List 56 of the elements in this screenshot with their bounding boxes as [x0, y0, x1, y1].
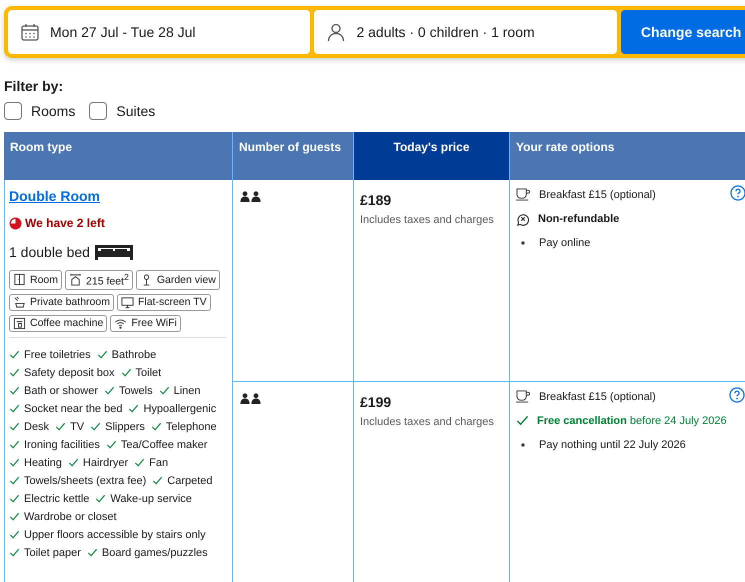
bed-text: 1 double bed — [9, 244, 90, 260]
checkbox-label: Rooms — [31, 103, 76, 119]
availability-text: We have 2 left — [25, 216, 105, 230]
facility-text: TV — [70, 420, 84, 432]
price: £189 — [360, 192, 392, 208]
feature-tag: Coffee machine — [9, 314, 108, 332]
rate-option: Breakfast £15 (optional) — [539, 390, 656, 402]
rate-option: Non-refundable — [538, 212, 620, 224]
facility-text: Towels — [118, 384, 153, 396]
facility-text: Bath or shower — [24, 384, 98, 396]
facility-text: Ironing facilities — [24, 438, 100, 450]
facility-text: Slippers — [105, 420, 145, 432]
facility-text: Carpeted — [167, 474, 213, 486]
checkbox-label: Suites — [116, 103, 156, 119]
facility-text: Hypoallergenic — [143, 402, 216, 414]
facility-text: Fan — [149, 456, 168, 468]
rate-option: Pay online — [539, 236, 590, 248]
filter-label: Filter by: — [4, 78, 64, 94]
room-name-link[interactable]: Double Room — [9, 188, 100, 204]
date-field[interactable]: Mon 27 Jul - Tue 28 Jul — [8, 10, 310, 54]
column-header: Today's price — [354, 132, 510, 180]
feature-tag: Garden view — [136, 270, 220, 290]
facility-text: Wardrobe or closet — [24, 510, 117, 522]
facility-text: Board games/puzzles — [102, 546, 208, 558]
facility-text: Telephone — [166, 420, 217, 432]
rate-option: Breakfast £15 (optional) — [539, 188, 656, 200]
facility-text: Toilet — [136, 366, 162, 378]
column-header: Room type — [4, 132, 233, 180]
facility-text: Towels/sheets (extra fee) — [24, 474, 146, 486]
facility-text: Socket near the bed — [24, 402, 122, 414]
price: £199 — [360, 394, 392, 410]
feature-tag: Room — [9, 270, 62, 290]
facility-text: Toilet paper — [24, 546, 81, 558]
change-search-button[interactable]: Change search — [620, 10, 745, 54]
facility-text: Safety deposit box — [24, 366, 115, 378]
feature-tag: Private bathroom — [9, 294, 114, 310]
rate-option: Pay nothing until 22 July 2026 — [539, 438, 686, 450]
facility-text: Linen — [174, 384, 201, 396]
facility-text: Upper floors accessible by stairs only — [24, 528, 206, 540]
guests-field[interactable]: 2 adults · 0 children · 1 room — [314, 10, 617, 54]
facility-text: Wake-up service — [110, 492, 192, 504]
facility-text: Heating — [24, 456, 62, 468]
feature-tag: 215 feet$^{2}$ — [65, 270, 133, 290]
feature-tag: Free WiFi — [110, 314, 181, 332]
price-note: Includes taxes and charges — [360, 214, 495, 226]
facility-text: Desk — [24, 420, 50, 432]
column-header: Number of guests — [233, 132, 354, 180]
facility-text: Hairdryer — [82, 456, 128, 468]
facility-text: Bathrobe — [112, 348, 156, 360]
facility-text: Free toiletries — [24, 348, 91, 360]
rate-option: Free cancellation before 24 July 2026 — [537, 414, 727, 426]
price-note: Includes taxes and charges — [360, 416, 495, 428]
feature-tag: Flat-screen TV — [116, 294, 211, 310]
facility-text: Electric kettle — [24, 492, 90, 504]
facility-text: Tea/Coffee maker — [120, 438, 208, 450]
column-header: Your rate options — [510, 132, 745, 180]
